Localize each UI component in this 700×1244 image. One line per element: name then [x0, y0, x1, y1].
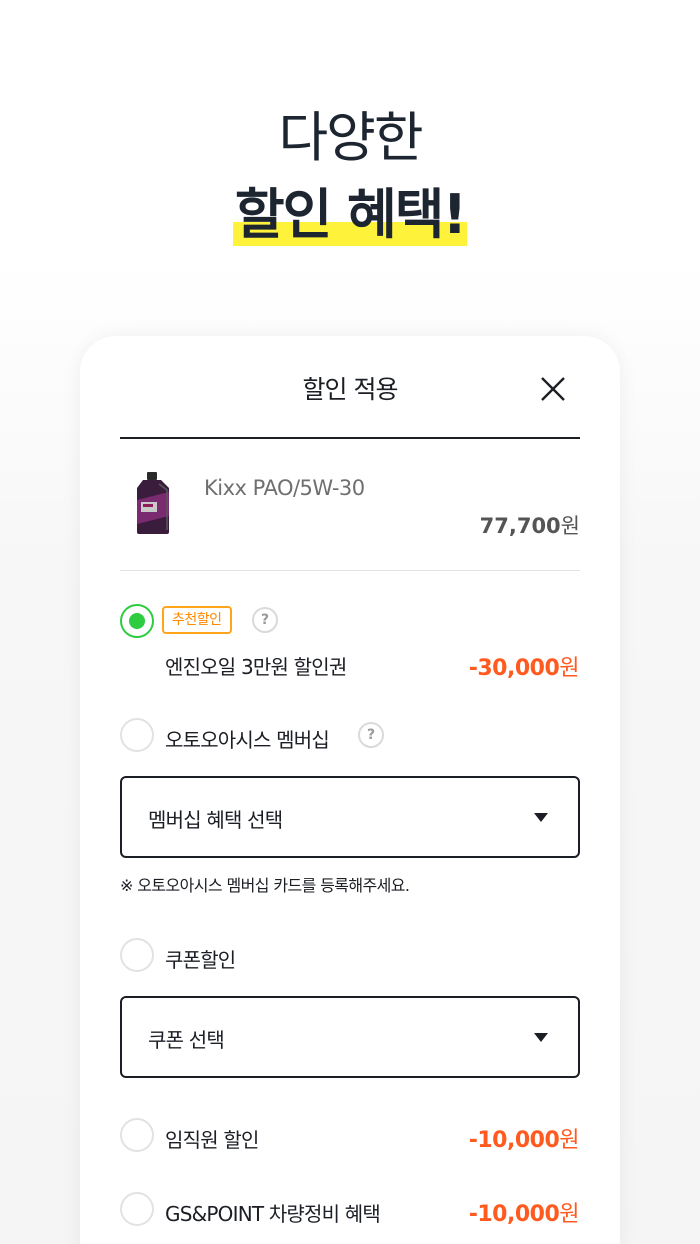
membership-select-value: 멤버십 혜택 선택: [148, 808, 283, 832]
headline-line1: 다양한: [278, 106, 423, 169]
radio-membership[interactable]: [120, 718, 154, 752]
gs-point-amount: -10,000원: [468, 1196, 580, 1228]
employee-discount-amount: -10,000원: [468, 1122, 580, 1154]
radio-employee[interactable]: [120, 1118, 154, 1152]
header-divider: [120, 437, 580, 439]
recommended-amount-value: -30,000: [468, 656, 560, 681]
headline-line2-wrap: 할인 혜택!: [232, 182, 467, 248]
product-price-value: 77,700: [479, 514, 561, 538]
close-button[interactable]: [536, 372, 570, 406]
coupon-select-value: 쿠폰 선택: [148, 1028, 225, 1052]
recommended-badge: 추천할인: [162, 606, 232, 634]
promo-screen: 다양한 할인 혜택! 할인 적용 Kixx PAO/5W-30 77,700원 …: [0, 0, 700, 1244]
dropdown-caret-icon: [534, 1033, 548, 1042]
recommended-discount-amount: -30,000원: [468, 650, 580, 682]
recommended-amount-currency: 원: [559, 656, 579, 681]
promo-headline: 다양한 할인 혜택!: [0, 100, 700, 248]
recommended-discount-label: 엔진오일 3만원 할인권: [165, 655, 347, 679]
employee-discount-label: 임직원 할인: [165, 1128, 259, 1152]
radio-recommended-discount[interactable]: [120, 604, 154, 638]
product-name: Kixx PAO/5W-30: [204, 476, 365, 500]
gs-point-amount-value: -10,000: [468, 1202, 560, 1227]
membership-select[interactable]: 멤버십 혜택 선택: [120, 776, 580, 858]
membership-note: ※ 오토오아시스 멤버십 카드를 등록해주세요.: [120, 876, 410, 895]
radio-coupon[interactable]: [120, 938, 154, 972]
gs-point-amount-currency: 원: [559, 1202, 579, 1227]
gs-point-label: GS&POINT 차량정비 혜택: [165, 1202, 381, 1226]
employee-amount-currency: 원: [559, 1128, 579, 1153]
engine-oil-bottle-icon: [137, 472, 169, 534]
help-icon-recommended[interactable]: ?: [252, 607, 278, 633]
employee-amount-value: -10,000: [468, 1128, 560, 1153]
product-price-currency: 원: [560, 514, 580, 538]
membership-label: 오토오아시스 멤버십: [165, 728, 330, 752]
radio-gs-point[interactable]: [120, 1192, 154, 1226]
coupon-label: 쿠폰할인: [165, 948, 236, 972]
coupon-select[interactable]: 쿠폰 선택: [120, 996, 580, 1078]
close-icon: [541, 377, 565, 401]
dropdown-caret-icon: [534, 813, 548, 822]
product-price: 77,700원: [480, 510, 580, 540]
help-icon-membership[interactable]: ?: [358, 722, 384, 748]
product-divider: [120, 570, 580, 571]
headline-line2: 할인 혜택!: [234, 183, 467, 246]
